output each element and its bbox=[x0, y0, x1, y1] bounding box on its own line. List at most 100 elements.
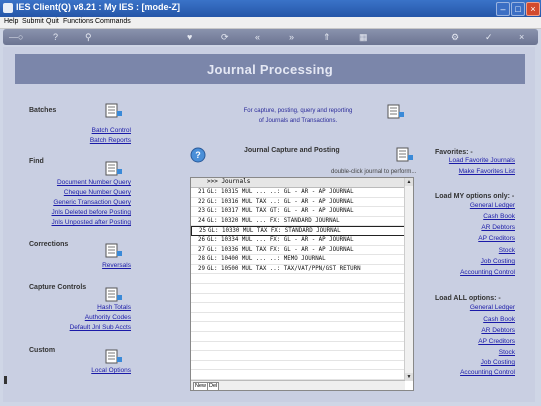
new-button[interactable]: New bbox=[193, 382, 209, 391]
link-hash-totals[interactable]: Hash Totals bbox=[97, 304, 131, 311]
link-my-general-ledger[interactable]: General Ledger bbox=[470, 202, 515, 209]
maximize-button[interactable]: □ bbox=[511, 2, 525, 16]
empty-row bbox=[191, 294, 405, 304]
all-options-title: Load ALL options: - bbox=[435, 295, 501, 302]
close-button[interactable]: × bbox=[526, 2, 540, 16]
custom-title: Custom bbox=[29, 347, 56, 354]
empty-row bbox=[191, 274, 405, 284]
row-number: 22 bbox=[198, 198, 205, 205]
content-area: Journal Processing Batches Batch Control… bbox=[3, 47, 535, 402]
journal-row[interactable]: 24 GL: 10320 MUL ... FX: STANDARD JOURNAL bbox=[191, 217, 405, 227]
row-text: GL: 10500 MUL TAX ..: TAX/VAT/PPN/GST RE… bbox=[207, 265, 361, 272]
find-icon bbox=[105, 161, 122, 176]
heart-icon[interactable]: ♥ bbox=[187, 31, 192, 43]
journal-row-selected[interactable]: 25 GL: 10330 MUL TAX FX: STANDARD JOURNAL bbox=[191, 226, 405, 236]
empty-row bbox=[191, 303, 405, 313]
menu-bar: Help Submit Quit Functions Commands bbox=[0, 17, 541, 29]
help-icon[interactable]: ? bbox=[53, 31, 58, 43]
menu-submit[interactable]: Submit bbox=[22, 18, 44, 25]
back-icon[interactable]: « bbox=[255, 31, 260, 43]
link-jnls-deleted[interactable]: Jnls Deleted before Posting bbox=[52, 209, 132, 216]
link-batch-reports[interactable]: Batch Reports bbox=[90, 137, 131, 144]
refresh-icon[interactable]: ⟳ bbox=[221, 31, 229, 43]
link-all-accounting-control[interactable]: Accounting Control bbox=[460, 369, 515, 376]
link-authority-codes[interactable]: Authority Codes bbox=[85, 314, 131, 321]
find-title: Find bbox=[29, 158, 44, 165]
journal-row[interactable]: 23 GL: 10317 MUL TAX GT: GL - AR - AP JOU… bbox=[191, 207, 405, 217]
corrections-icon bbox=[105, 243, 122, 258]
menu-help[interactable]: Help bbox=[4, 18, 18, 25]
scroll-down-icon[interactable]: ▼ bbox=[405, 373, 413, 381]
row-number: 29 bbox=[198, 265, 205, 272]
link-my-ar-debtors[interactable]: AR Debtors bbox=[481, 224, 515, 231]
vertical-scrollbar[interactable]: ▲ ▼ bbox=[404, 178, 413, 381]
key-icon[interactable]: ⎯⎯○ bbox=[9, 31, 23, 43]
link-reversals[interactable]: Reversals bbox=[102, 262, 131, 269]
row-number: 27 bbox=[198, 246, 205, 253]
link-all-ar-debtors[interactable]: AR Debtors bbox=[481, 327, 515, 334]
close-icon[interactable]: × bbox=[519, 31, 524, 43]
link-local-options[interactable]: Local Options bbox=[91, 367, 131, 374]
link-all-stock[interactable]: Stock bbox=[499, 349, 515, 356]
link-all-ap-creditors[interactable]: AP Creditors bbox=[478, 338, 515, 345]
link-my-ap-creditors[interactable]: AP Creditors bbox=[478, 235, 515, 242]
export-icon[interactable]: ⇑ bbox=[323, 31, 331, 43]
app-icon bbox=[3, 3, 13, 13]
link-my-stock[interactable]: Stock bbox=[499, 247, 515, 254]
row-text: GL: 10330 MUL TAX FX: STANDARD JOURNAL bbox=[208, 228, 341, 235]
link-all-general-ledger[interactable]: General Ledger bbox=[470, 304, 515, 311]
favorites-title: Favorites: - bbox=[435, 149, 473, 156]
capture-controls-title: Capture Controls bbox=[29, 284, 87, 291]
empty-row bbox=[191, 351, 405, 361]
menu-commands[interactable]: Commands bbox=[95, 18, 131, 25]
row-number: 21 bbox=[198, 189, 205, 195]
search-icon[interactable]: ⚲ bbox=[85, 31, 92, 43]
row-text: GL: 10334 MUL ... FX: GL - AR - AP JOURN… bbox=[207, 237, 354, 243]
link-jnls-unposted[interactable]: Jnls Unposted after Posting bbox=[52, 219, 132, 226]
link-my-cash-book[interactable]: Cash Book bbox=[483, 213, 515, 220]
link-my-job-costing[interactable]: Job Costing bbox=[481, 258, 515, 265]
link-make-favorites-list[interactable]: Make Favorites List bbox=[459, 168, 515, 175]
link-batch-control[interactable]: Batch Control bbox=[92, 127, 131, 134]
row-text: GL: 10317 MUL TAX GT: GL - AR - AP JOURN… bbox=[207, 208, 354, 215]
page-title: Journal Processing bbox=[206, 62, 334, 77]
double-click-hint: double-click journal to perform... bbox=[331, 169, 417, 175]
svg-text:?: ? bbox=[195, 150, 201, 160]
empty-row bbox=[191, 284, 405, 294]
row-text: GL: 10320 MUL ... FX: STANDARD JOURNAL bbox=[207, 217, 340, 224]
row-number: 26 bbox=[198, 237, 205, 243]
link-my-accounting-control[interactable]: Accounting Control bbox=[460, 269, 515, 276]
link-load-favorite-journals[interactable]: Load Favorite Journals bbox=[449, 157, 515, 164]
forward-icon[interactable]: » bbox=[289, 31, 294, 43]
empty-row bbox=[191, 313, 405, 323]
link-all-job-costing[interactable]: Job Costing bbox=[481, 359, 515, 366]
gear-icon[interactable]: ⚙ bbox=[451, 31, 459, 43]
journal-row[interactable]: 21 GL: 10315 MUL ... ..: GL - AR - AP JOU… bbox=[191, 188, 405, 198]
empty-row bbox=[191, 342, 405, 352]
journal-row[interactable]: 22 GL: 10316 MUL TAX ..: GL - AR - AP JOU… bbox=[191, 198, 405, 208]
link-generic-transaction-query[interactable]: Generic Transaction Query bbox=[53, 199, 131, 206]
link-all-cash-book[interactable]: Cash Book bbox=[483, 316, 515, 323]
link-cheque-number-query[interactable]: Cheque Number Query bbox=[64, 189, 131, 196]
link-default-jnl-sub-accts[interactable]: Default Jnl Sub Accts bbox=[70, 324, 131, 331]
journal-row[interactable]: 27 GL: 10336 MUL TAX FX: GL - AR - AP JOU… bbox=[191, 246, 405, 256]
capture-controls-icon bbox=[105, 287, 122, 302]
row-number: 23 bbox=[198, 208, 205, 215]
scroll-up-icon[interactable]: ▲ bbox=[405, 178, 413, 186]
my-options-title: Load MY options only: - bbox=[435, 193, 515, 200]
calculator-icon[interactable]: ▦ bbox=[359, 31, 368, 43]
minimize-button[interactable]: – bbox=[496, 2, 510, 16]
row-number: 24 bbox=[198, 217, 205, 224]
menu-functions[interactable]: Functions bbox=[63, 18, 93, 25]
link-document-number-query[interactable]: Document Number Query bbox=[57, 179, 131, 186]
del-button[interactable]: Del bbox=[207, 382, 220, 391]
custom-icon bbox=[105, 349, 122, 364]
journal-row[interactable]: 29 GL: 10500 MUL TAX ..: TAX/VAT/PPN/GST … bbox=[191, 265, 405, 275]
journal-capture-title: Journal Capture and Posting bbox=[244, 147, 340, 154]
help-circle-icon[interactable]: ? bbox=[190, 147, 206, 163]
journal-row[interactable]: 28 GL: 10400 MUL ... ..: MEMO JOURNAL bbox=[191, 255, 405, 265]
row-text: GL: 10315 MUL ... ..: GL - AR - AP JOURN… bbox=[207, 189, 354, 195]
check-icon[interactable]: ✓ bbox=[485, 31, 493, 43]
menu-quit[interactable]: Quit bbox=[46, 18, 59, 25]
journal-row[interactable]: 26 GL: 10334 MUL ... FX: GL - AR - AP JOU… bbox=[191, 236, 405, 246]
